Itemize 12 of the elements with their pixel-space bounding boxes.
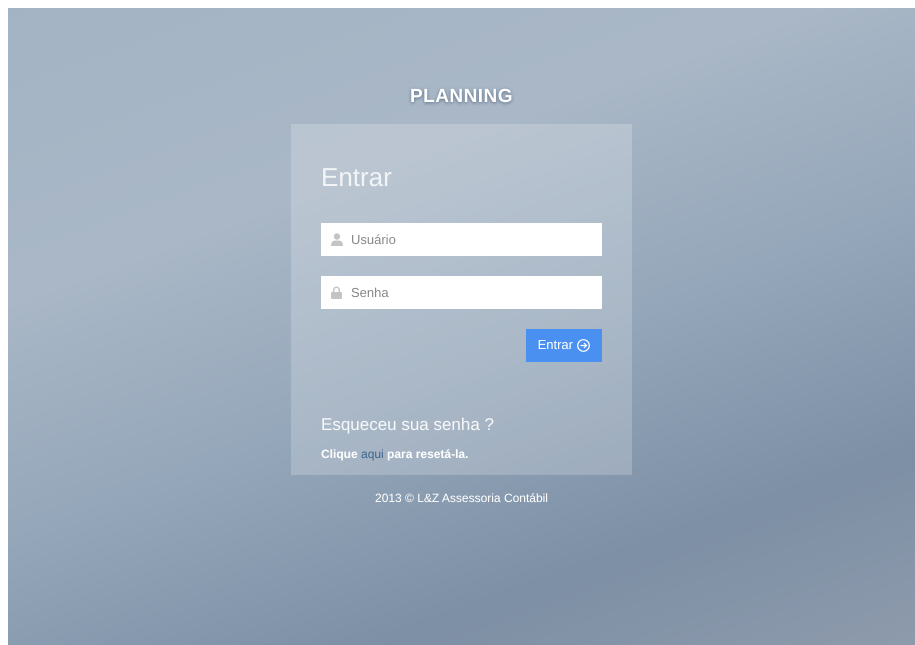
reset-sentence: Clique aqui para resetá-la.: [321, 446, 470, 463]
forgot-heading: Esqueceu sua senha ?: [321, 414, 495, 436]
username-field[interactable]: Usuário: [321, 222, 602, 256]
reset-link[interactable]: aqui: [361, 447, 384, 461]
login-heading: Entrar: [321, 160, 393, 194]
app-title: PLANNING: [410, 85, 514, 109]
user-icon: [331, 232, 343, 246]
password-field[interactable]: Senha: [321, 276, 602, 308]
footer-text: 2013 © L&Z Assessoria Contábil: [375, 490, 548, 506]
arrow-circle-icon: [577, 338, 590, 352]
login-button[interactable]: Entrar: [526, 328, 602, 362]
lock-icon: [331, 286, 342, 298]
